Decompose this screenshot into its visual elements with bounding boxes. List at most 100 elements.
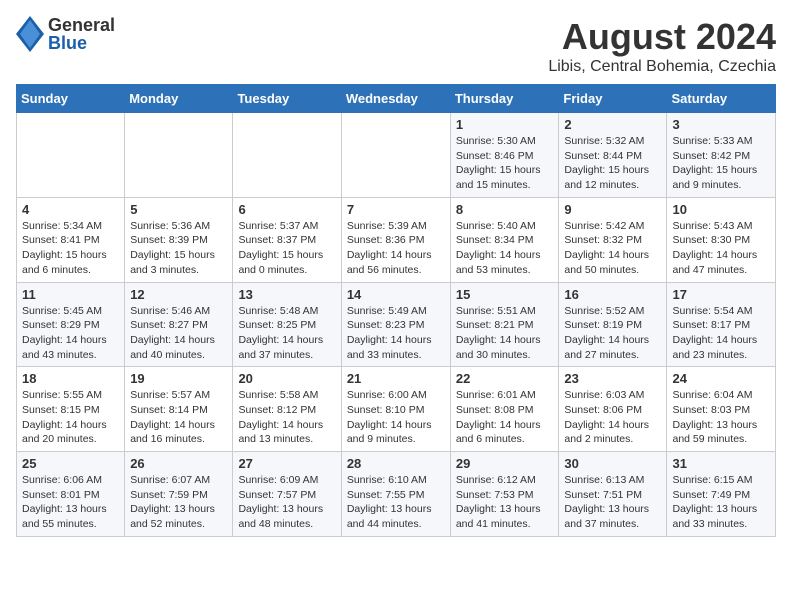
day-number: 4 [22,202,119,217]
weekday-header-monday: Monday [125,85,233,113]
calendar-cell: 23 Sunrise: 6:03 AM Sunset: 8:06 PM Dayli… [559,367,667,452]
weekday-header-sunday: Sunday [17,85,125,113]
title-section: August 2024 Libis, Central Bohemia, Czec… [548,16,776,76]
calendar-cell: 19Sunrise: 5:57 AM Sunset: 8:14 PM Dayli… [125,367,233,452]
calendar-cell: 1Sunrise: 5:30 AM Sunset: 8:46 PM Daylig… [450,113,559,198]
calendar-cell: 17 Sunrise: 5:54 AM Sunset: 8:17 PM Dayli… [667,282,776,367]
day-info: Sunrise: 5:40 AM Sunset: 8:34 PM Dayligh… [456,219,554,278]
calendar-cell: 18Sunrise: 5:55 AM Sunset: 8:15 PM Dayli… [17,367,125,452]
day-number: 18 [22,371,119,386]
day-number: 27 [238,456,335,471]
day-info: Sunrise: 5:58 AM Sunset: 8:12 PM Dayligh… [238,388,335,447]
day-info: Sunrise: 6:03 AM Sunset: 8:06 PM Dayligh… [564,388,661,447]
day-info: Sunrise: 6:06 AM Sunset: 8:01 PM Dayligh… [22,473,119,532]
calendar-cell: 4 Sunrise: 5:34 AM Sunset: 8:41 PM Daylig… [17,197,125,282]
calendar-cell: 10 Sunrise: 5:43 AM Sunset: 8:30 PM Dayli… [667,197,776,282]
day-number: 12 [130,287,227,302]
calendar-cell: 3 Sunrise: 5:33 AM Sunset: 8:42 PM Daylig… [667,113,776,198]
day-number: 21 [347,371,445,386]
day-info: Sunrise: 6:01 AM Sunset: 8:08 PM Dayligh… [456,388,554,447]
calendar-cell: 13Sunrise: 5:48 AM Sunset: 8:25 PM Dayli… [233,282,341,367]
day-number: 7 [347,202,445,217]
logo-blue: Blue [48,34,115,52]
day-info: Sunrise: 5:30 AM Sunset: 8:46 PM Dayligh… [456,134,554,193]
calendar-cell: 16 Sunrise: 5:52 AM Sunset: 8:19 PM Dayli… [559,282,667,367]
day-info: Sunrise: 5:48 AM Sunset: 8:25 PM Dayligh… [238,304,335,363]
day-number: 25 [22,456,119,471]
day-info: Sunrise: 5:42 AM Sunset: 8:32 PM Dayligh… [564,219,661,278]
day-number: 16 [564,287,661,302]
day-info: Sunrise: 5:45 AM Sunset: 8:29 PM Dayligh… [22,304,119,363]
day-number: 6 [238,202,335,217]
weekday-header-tuesday: Tuesday [233,85,341,113]
calendar-cell: 12Sunrise: 5:46 AM Sunset: 8:27 PM Dayli… [125,282,233,367]
day-number: 26 [130,456,227,471]
day-info: Sunrise: 5:32 AM Sunset: 8:44 PM Dayligh… [564,134,661,193]
day-info: Sunrise: 5:33 AM Sunset: 8:42 PM Dayligh… [672,134,770,193]
weekday-header-friday: Friday [559,85,667,113]
weekday-header-wednesday: Wednesday [341,85,450,113]
day-number: 20 [238,371,335,386]
day-info: Sunrise: 6:12 AM Sunset: 7:53 PM Dayligh… [456,473,554,532]
day-number: 2 [564,117,661,132]
logo-general: General [48,16,115,34]
day-info: Sunrise: 5:34 AM Sunset: 8:41 PM Dayligh… [22,219,119,278]
calendar-cell: 5Sunrise: 5:36 AM Sunset: 8:39 PM Daylig… [125,197,233,282]
day-number: 23 [564,371,661,386]
calendar-cell: 2 Sunrise: 5:32 AM Sunset: 8:44 PM Daylig… [559,113,667,198]
weekday-header-thursday: Thursday [450,85,559,113]
calendar-cell: 29 Sunrise: 6:12 AM Sunset: 7:53 PM Dayli… [450,452,559,537]
weekday-row: SundayMondayTuesdayWednesdayThursdayFrid… [17,85,776,113]
calendar-cell: 28Sunrise: 6:10 AM Sunset: 7:55 PM Dayli… [341,452,450,537]
calendar: SundayMondayTuesdayWednesdayThursdayFrid… [16,84,776,537]
calendar-cell: 24Sunrise: 6:04 AM Sunset: 8:03 PM Dayli… [667,367,776,452]
day-info: Sunrise: 5:54 AM Sunset: 8:17 PM Dayligh… [672,304,770,363]
day-info: Sunrise: 5:49 AM Sunset: 8:23 PM Dayligh… [347,304,445,363]
day-info: Sunrise: 5:39 AM Sunset: 8:36 PM Dayligh… [347,219,445,278]
day-number: 9 [564,202,661,217]
day-number: 29 [456,456,554,471]
day-info: Sunrise: 5:43 AM Sunset: 8:30 PM Dayligh… [672,219,770,278]
calendar-week-4: 18Sunrise: 5:55 AM Sunset: 8:15 PM Dayli… [17,367,776,452]
day-info: Sunrise: 5:51 AM Sunset: 8:21 PM Dayligh… [456,304,554,363]
logo: General Blue [16,16,115,52]
day-info: Sunrise: 6:07 AM Sunset: 7:59 PM Dayligh… [130,473,227,532]
generalblue-logo-icon [16,16,44,52]
day-info: Sunrise: 5:36 AM Sunset: 8:39 PM Dayligh… [130,219,227,278]
day-info: Sunrise: 6:10 AM Sunset: 7:55 PM Dayligh… [347,473,445,532]
calendar-week-3: 11 Sunrise: 5:45 AM Sunset: 8:29 PM Dayli… [17,282,776,367]
day-number: 17 [672,287,770,302]
day-number: 3 [672,117,770,132]
calendar-cell [341,113,450,198]
calendar-cell: 31Sunrise: 6:15 AM Sunset: 7:49 PM Dayli… [667,452,776,537]
day-number: 15 [456,287,554,302]
calendar-cell: 15 Sunrise: 5:51 AM Sunset: 8:21 PM Dayli… [450,282,559,367]
calendar-cell: 22 Sunrise: 6:01 AM Sunset: 8:08 PM Dayli… [450,367,559,452]
day-info: Sunrise: 6:00 AM Sunset: 8:10 PM Dayligh… [347,388,445,447]
calendar-week-1: 1Sunrise: 5:30 AM Sunset: 8:46 PM Daylig… [17,113,776,198]
calendar-cell: 20 Sunrise: 5:58 AM Sunset: 8:12 PM Dayli… [233,367,341,452]
day-number: 30 [564,456,661,471]
day-info: Sunrise: 6:09 AM Sunset: 7:57 PM Dayligh… [238,473,335,532]
calendar-body: 1Sunrise: 5:30 AM Sunset: 8:46 PM Daylig… [17,113,776,537]
calendar-cell [125,113,233,198]
day-number: 10 [672,202,770,217]
weekday-header-saturday: Saturday [667,85,776,113]
day-number: 22 [456,371,554,386]
calendar-cell: 26 Sunrise: 6:07 AM Sunset: 7:59 PM Dayli… [125,452,233,537]
calendar-cell [17,113,125,198]
calendar-cell: 8Sunrise: 5:40 AM Sunset: 8:34 PM Daylig… [450,197,559,282]
calendar-cell: 11 Sunrise: 5:45 AM Sunset: 8:29 PM Dayli… [17,282,125,367]
day-number: 14 [347,287,445,302]
calendar-header: SundayMondayTuesdayWednesdayThursdayFrid… [17,85,776,113]
calendar-cell: 9 Sunrise: 5:42 AM Sunset: 8:32 PM Daylig… [559,197,667,282]
day-info: Sunrise: 5:52 AM Sunset: 8:19 PM Dayligh… [564,304,661,363]
day-number: 19 [130,371,227,386]
calendar-week-2: 4 Sunrise: 5:34 AM Sunset: 8:41 PM Daylig… [17,197,776,282]
calendar-cell: 7 Sunrise: 5:39 AM Sunset: 8:36 PM Daylig… [341,197,450,282]
month-year: August 2024 [548,16,776,58]
calendar-cell: 21 Sunrise: 6:00 AM Sunset: 8:10 PM Dayli… [341,367,450,452]
day-number: 11 [22,287,119,302]
day-info: Sunrise: 6:04 AM Sunset: 8:03 PM Dayligh… [672,388,770,447]
calendar-week-5: 25 Sunrise: 6:06 AM Sunset: 8:01 PM Dayli… [17,452,776,537]
